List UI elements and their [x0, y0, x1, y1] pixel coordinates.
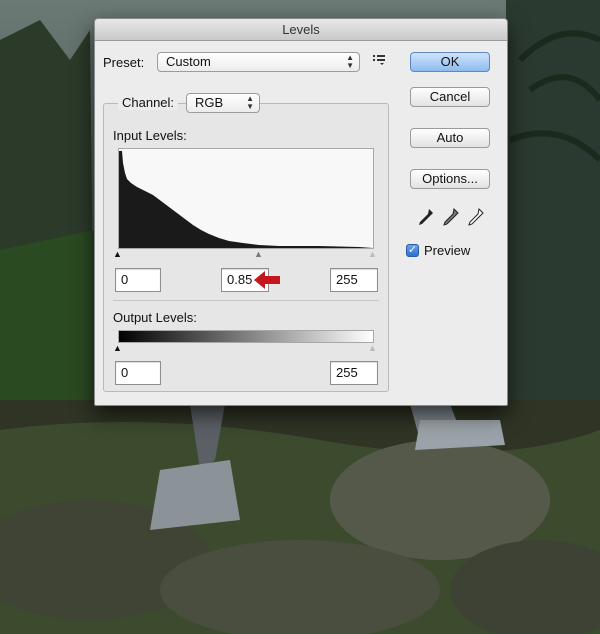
output-black-field[interactable]: 0 — [115, 361, 161, 385]
preset-label: Preset: — [103, 55, 145, 70]
input-gamma-slider-icon[interactable]: ▲ — [254, 250, 263, 259]
gray-eyedropper-icon[interactable] — [443, 207, 459, 229]
options-button[interactable]: Options... — [410, 169, 490, 189]
auto-button[interactable]: Auto — [410, 128, 490, 148]
histogram — [118, 148, 374, 249]
cancel-button[interactable]: Cancel — [410, 87, 490, 107]
black-eyedropper-icon[interactable] — [418, 208, 434, 229]
input-black-field[interactable]: 0 — [115, 268, 161, 292]
dialog-title: Levels — [95, 19, 507, 41]
divider — [113, 300, 379, 301]
output-levels-label: Output Levels: — [113, 310, 197, 325]
ok-button[interactable]: OK — [410, 52, 490, 72]
input-white-slider-icon[interactable]: ▲ — [368, 250, 377, 259]
channel-value: RGB — [195, 95, 224, 110]
preview-checkbox[interactable]: ✓ — [406, 244, 419, 257]
channel-label: Channel: — [118, 95, 179, 110]
preview-label: Preview — [424, 243, 471, 258]
channel-select[interactable]: RGB ▲ ▼ — [186, 93, 260, 113]
annotation-arrow-icon — [254, 270, 280, 293]
select-arrows-icon: ▲ ▼ — [246, 94, 254, 111]
preset-value: Custom — [166, 54, 211, 69]
input-white-field[interactable]: 255 — [330, 268, 378, 292]
histogram-graph — [119, 151, 373, 248]
input-black-slider-icon[interactable]: ▲ — [113, 250, 122, 259]
white-eyedropper-icon[interactable] — [468, 207, 484, 229]
output-white-field[interactable]: 255 — [330, 361, 378, 385]
output-gradient-bar — [118, 330, 374, 343]
output-black-slider-icon[interactable]: ▲ — [113, 344, 122, 353]
output-white-slider-icon[interactable]: ▲ — [368, 344, 377, 353]
input-levels-label: Input Levels: — [113, 128, 187, 143]
list-menu-icon[interactable] — [372, 52, 386, 69]
preset-select[interactable]: Custom ▲ ▼ — [157, 52, 360, 72]
select-arrows-icon: ▲ ▼ — [346, 53, 354, 70]
